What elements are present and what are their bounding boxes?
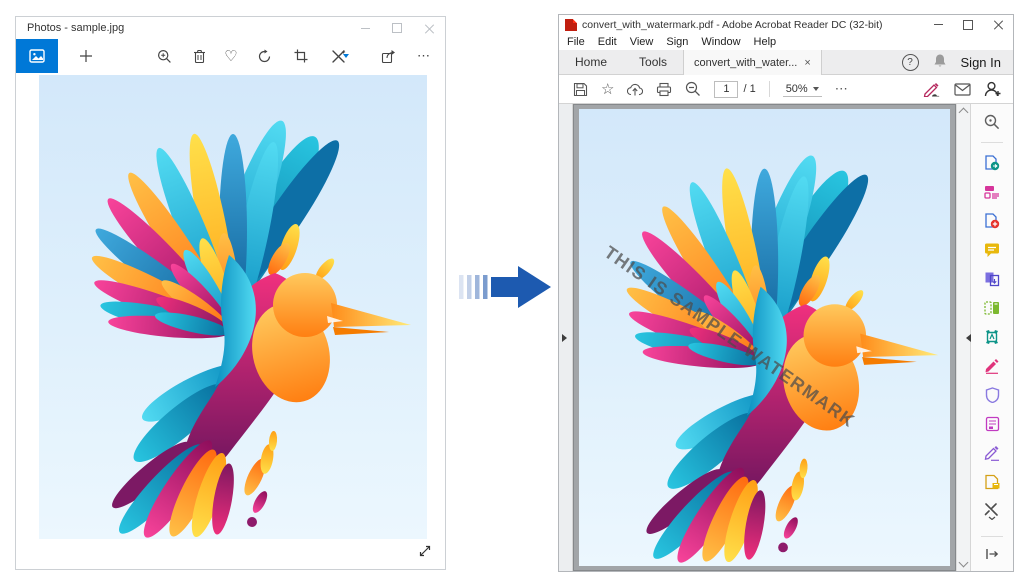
hummingbird-illustration: [39, 75, 427, 539]
more-tools-icon[interactable]: [983, 502, 1001, 520]
conversion-arrow: [458, 260, 554, 314]
navigation-pane-collapsed[interactable]: [559, 104, 573, 571]
toolbar-more-icon[interactable]: ⋯: [835, 81, 849, 97]
rotate-icon[interactable]: [250, 39, 278, 73]
organize-pages-icon[interactable]: [983, 299, 1001, 317]
maximize-button[interactable]: [381, 17, 413, 39]
toolbar-divider: [769, 81, 770, 97]
document-toolbar: ☆ 1 / 1 50% ⋯: [559, 75, 1013, 104]
search-icon[interactable]: [983, 113, 1001, 131]
certificates-icon[interactable]: [983, 444, 1001, 462]
zoom-caret-icon: [813, 87, 819, 91]
photos-window-title: Photos - sample.jpg: [27, 22, 124, 34]
share-upload-icon[interactable]: [627, 82, 643, 97]
tab-bar: Home Tools convert_with_water... × ? Sig…: [559, 50, 1013, 75]
save-icon[interactable]: [573, 82, 588, 97]
close-button[interactable]: [413, 17, 445, 39]
tab-home[interactable]: Home: [559, 50, 623, 74]
menu-bar: File Edit View Sign Window Help: [559, 34, 1013, 50]
minimize-button[interactable]: [349, 17, 381, 39]
photos-logo-icon[interactable]: [16, 39, 58, 73]
menu-edit[interactable]: Edit: [598, 36, 617, 48]
menu-sign[interactable]: Sign: [666, 36, 688, 48]
screenshot-canvas: Photos - sample.jpg ♡: [0, 0, 1024, 584]
scroll-up-icon[interactable]: [959, 108, 969, 118]
tab-tools[interactable]: Tools: [623, 50, 683, 74]
sidebar-bottom: [981, 536, 1003, 563]
close-button[interactable]: [983, 15, 1013, 34]
photos-toolbar: ♡ ⋯: [16, 39, 445, 73]
crop-icon[interactable]: [287, 39, 315, 73]
fill-sign-pen-icon[interactable]: [923, 82, 941, 97]
toolbar-right-cluster: [923, 81, 1001, 97]
fullscreen-expand-icon[interactable]: [417, 543, 433, 559]
help-icon[interactable]: ?: [902, 54, 919, 71]
photos-window: Photos - sample.jpg ♡: [15, 16, 446, 570]
collapse-tools-pane-icon[interactable]: [966, 334, 971, 342]
comment-icon[interactable]: [983, 241, 1001, 259]
prepare-form-icon[interactable]: [983, 415, 1001, 433]
fill-sign-icon[interactable]: [983, 357, 1001, 375]
add-account-icon[interactable]: [984, 81, 1001, 97]
add-button[interactable]: [72, 39, 100, 73]
edit-pdf-icon[interactable]: [983, 183, 1001, 201]
zoom-icon[interactable]: [150, 39, 178, 73]
sign-in-button[interactable]: Sign In: [961, 55, 1001, 70]
export-pdf-icon[interactable]: [983, 154, 1001, 172]
create-pdf-icon[interactable]: [983, 212, 1001, 230]
document-area: THIS IS SAMPLE WATERMARK: [559, 104, 1013, 571]
photos-window-controls: [349, 17, 445, 39]
maximize-button[interactable]: [953, 15, 983, 34]
open-tools-pane-icon[interactable]: [983, 545, 1001, 563]
menu-view[interactable]: View: [630, 36, 654, 48]
favorite-icon[interactable]: ♡: [217, 39, 245, 73]
page-count-label: / 1: [743, 83, 755, 95]
favorite-star-icon[interactable]: ☆: [601, 82, 614, 97]
minimize-button[interactable]: [923, 15, 953, 34]
pdf-file-icon: [565, 19, 577, 31]
pdf-page: THIS IS SAMPLE WATERMARK: [579, 109, 950, 566]
stamp-icon[interactable]: [983, 328, 1001, 346]
acrobat-window-controls: [923, 15, 1013, 34]
page-frame: THIS IS SAMPLE WATERMARK: [573, 104, 956, 571]
share-icon[interactable]: [374, 39, 402, 73]
expand-nav-pane-icon[interactable]: [562, 334, 567, 342]
sidebar-divider: [981, 142, 1003, 143]
tab-document[interactable]: convert_with_water... ×: [683, 50, 822, 75]
photo-viewer-image: [39, 75, 427, 539]
email-envelope-icon[interactable]: [954, 83, 971, 96]
tab-document-label: convert_with_water...: [694, 57, 797, 69]
page-navigation: 1 / 1: [714, 81, 755, 98]
combine-files-icon[interactable]: [983, 270, 1001, 288]
tabbar-right-cluster: ? Sign In: [902, 50, 1013, 74]
delete-icon[interactable]: [185, 39, 213, 73]
menu-window[interactable]: Window: [701, 36, 740, 48]
zoom-level-value: 50%: [786, 83, 808, 95]
tools-sidebar: [970, 104, 1013, 571]
print-icon[interactable]: [656, 82, 672, 97]
measure-icon[interactable]: [983, 473, 1001, 491]
zoom-out-icon[interactable]: [685, 81, 701, 97]
photos-titlebar: Photos - sample.jpg: [16, 17, 445, 39]
scroll-down-icon[interactable]: [959, 558, 969, 568]
sidebar-divider: [981, 536, 1003, 537]
menu-file[interactable]: File: [567, 36, 585, 48]
hummingbird-illustration: [579, 109, 950, 566]
acrobat-titlebar: convert_with_watermark.pdf - Adobe Acrob…: [559, 15, 1013, 34]
acrobat-window-title: convert_with_watermark.pdf - Adobe Acrob…: [582, 19, 883, 31]
menu-help[interactable]: Help: [754, 36, 777, 48]
edit-dropdown-chevron-icon[interactable]: [343, 54, 349, 58]
zoom-level-select[interactable]: 50%: [783, 82, 822, 97]
right-arrow-icon: [458, 260, 554, 314]
tab-close-icon[interactable]: ×: [804, 57, 810, 69]
page-number-input[interactable]: 1: [714, 81, 738, 98]
protect-icon[interactable]: [983, 386, 1001, 404]
see-more-icon[interactable]: ⋯: [410, 39, 438, 73]
acrobat-window: convert_with_watermark.pdf - Adobe Acrob…: [558, 14, 1014, 572]
notifications-bell-icon[interactable]: [933, 53, 947, 71]
